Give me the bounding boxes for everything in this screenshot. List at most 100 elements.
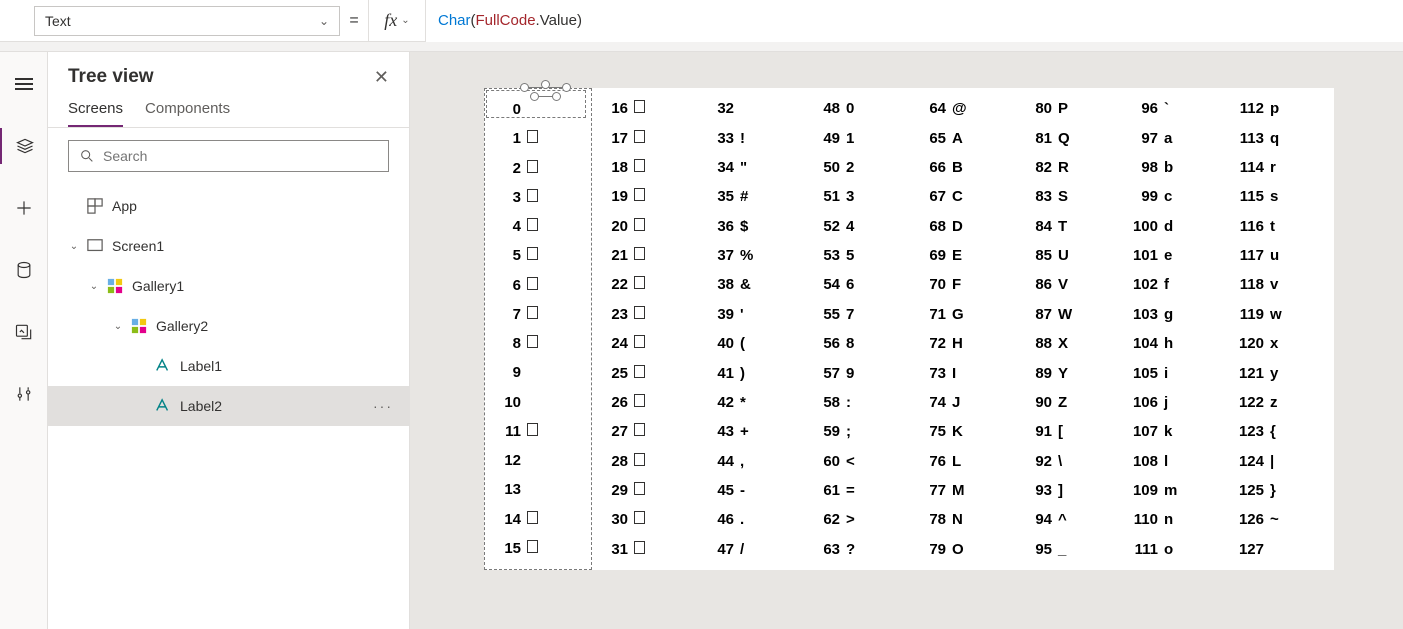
tree-search[interactable] [68,140,389,172]
ascii-row[interactable]: 26 [592,388,698,417]
app-canvas[interactable]: 0123456789101112131415161718192021222324… [484,88,1334,570]
ascii-row[interactable]: 2 [485,154,591,183]
ascii-row[interactable]: 120x [1228,329,1334,358]
ascii-row[interactable]: 39' [698,300,804,329]
ascii-row[interactable]: 117u [1228,241,1334,270]
ascii-row[interactable]: 99c [1122,182,1228,211]
ascii-row[interactable]: 63? [804,535,910,564]
ascii-row[interactable]: 4 [485,212,591,241]
ascii-row[interactable]: 76L [910,447,1016,476]
tree-node-gallery2[interactable]: ⌄ Gallery2 [48,306,409,346]
ascii-row[interactable]: 10 [485,388,591,417]
ascii-row[interactable]: 23 [592,300,698,329]
ascii-row[interactable]: 61= [804,476,910,505]
ascii-row[interactable]: 41) [698,358,804,387]
ascii-row[interactable]: 22 [592,270,698,299]
fx-button[interactable]: fx ⌄ [368,0,426,42]
ascii-row[interactable]: 92\ [1016,447,1122,476]
close-icon[interactable]: ✕ [374,67,389,88]
ascii-row[interactable]: 16 [592,94,698,123]
ascii-row[interactable]: 62> [804,505,910,534]
ascii-row[interactable]: 119w [1228,300,1334,329]
data-rail-button[interactable] [0,252,48,288]
ascii-row[interactable]: 94^ [1016,505,1122,534]
ascii-row[interactable]: 546 [804,270,910,299]
more-icon[interactable]: ··· [373,398,393,414]
ascii-row[interactable]: 111o [1122,535,1228,564]
ascii-row[interactable]: 40( [698,329,804,358]
media-rail-button[interactable] [0,314,48,350]
ascii-row[interactable]: 87W [1016,300,1122,329]
ascii-row[interactable]: 491 [804,123,910,152]
ascii-row[interactable]: 69E [910,241,1016,270]
ascii-row[interactable]: 524 [804,212,910,241]
tree-node-app[interactable]: App [48,186,409,226]
ascii-row[interactable]: 5 [485,241,591,270]
tab-components[interactable]: Components [145,94,230,127]
search-input[interactable] [103,148,378,164]
ascii-row[interactable]: 66B [910,153,1016,182]
ascii-row[interactable]: 82R [1016,153,1122,182]
ascii-row[interactable]: 121y [1228,358,1334,387]
ascii-row[interactable]: 480 [804,94,910,123]
ascii-row[interactable]: 103g [1122,300,1228,329]
ascii-row[interactable]: 100d [1122,212,1228,241]
ascii-row[interactable]: 102f [1122,270,1228,299]
ascii-row[interactable]: 36$ [698,212,804,241]
ascii-row[interactable]: 97a [1122,123,1228,152]
ascii-row[interactable]: 30 [592,505,698,534]
ascii-row[interactable]: 86V [1016,270,1122,299]
ascii-row[interactable]: 33! [698,123,804,152]
tree-node-gallery1[interactable]: ⌄ Gallery1 [48,266,409,306]
ascii-row[interactable]: 31 [592,535,698,564]
ascii-row[interactable]: 65A [910,123,1016,152]
ascii-row[interactable]: 15 [485,534,591,563]
ascii-row[interactable]: 535 [804,241,910,270]
ascii-row[interactable]: 19 [592,182,698,211]
ascii-row[interactable]: 93] [1016,476,1122,505]
ascii-row[interactable]: 513 [804,182,910,211]
property-dropdown[interactable]: Text ⌄ [34,6,340,36]
ascii-row[interactable]: 112p [1228,94,1334,123]
ascii-row[interactable]: 73I [910,358,1016,387]
ascii-row[interactable]: 17 [592,123,698,152]
ascii-row[interactable]: 126~ [1228,505,1334,534]
ascii-row[interactable]: 21 [592,241,698,270]
ascii-row[interactable]: 115s [1228,182,1334,211]
ascii-row[interactable]: 3 [485,183,591,212]
treeview-rail-button[interactable] [0,128,48,164]
ascii-row[interactable]: 114r [1228,153,1334,182]
formula-input[interactable]: Char ( FullCode .Value ) [426,0,1403,42]
tree-node-label2[interactable]: Label2 ··· [48,386,409,426]
ascii-row[interactable]: 105i [1122,358,1228,387]
ascii-row[interactable]: 84T [1016,212,1122,241]
ascii-row[interactable]: 557 [804,300,910,329]
ascii-row[interactable]: 107k [1122,417,1228,446]
ascii-row[interactable]: 122z [1228,388,1334,417]
ascii-row[interactable]: 68D [910,212,1016,241]
ascii-row[interactable]: 59; [804,417,910,446]
ascii-row[interactable]: 98b [1122,153,1228,182]
ascii-row[interactable]: 108l [1122,447,1228,476]
ascii-row[interactable]: 127 [1228,535,1334,564]
ascii-row[interactable]: 11 [485,417,591,446]
ascii-row[interactable]: 109m [1122,476,1228,505]
ascii-row[interactable]: 32 [698,94,804,123]
ascii-row[interactable]: 106j [1122,388,1228,417]
ascii-row[interactable]: 95_ [1016,535,1122,564]
ascii-row[interactable]: 43+ [698,417,804,446]
ascii-row[interactable]: 79O [910,535,1016,564]
tree-node-screen1[interactable]: ⌄ Screen1 [48,226,409,266]
ascii-row[interactable]: 110n [1122,505,1228,534]
ascii-row[interactable]: 20 [592,212,698,241]
ascii-row[interactable]: 118v [1228,270,1334,299]
ascii-row[interactable]: 74J [910,388,1016,417]
tab-screens[interactable]: Screens [68,94,123,127]
hamburger-button[interactable] [0,66,48,102]
ascii-row[interactable]: 71G [910,300,1016,329]
ascii-row[interactable]: 27 [592,417,698,446]
ascii-row[interactable]: 113q [1228,123,1334,152]
ascii-row[interactable]: 45- [698,476,804,505]
ascii-row[interactable]: 37% [698,241,804,270]
ascii-row[interactable]: 24 [592,329,698,358]
